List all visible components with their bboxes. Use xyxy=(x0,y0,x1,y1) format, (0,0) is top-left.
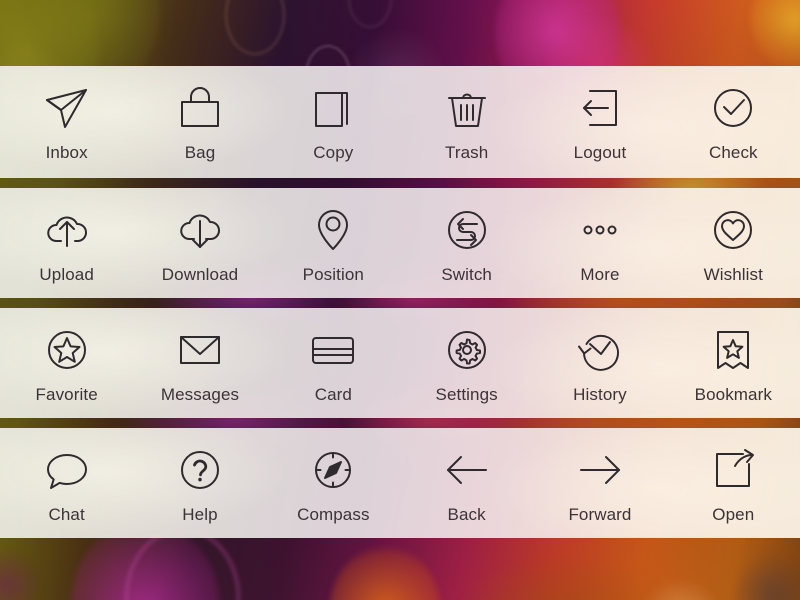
icon-row-panel-1: Inbox Bag Copy Trash Logout Check xyxy=(0,66,800,178)
arrow-left-icon xyxy=(439,442,495,498)
icon-cell-bookmark[interactable]: Bookmark xyxy=(667,308,800,418)
icon-label: Upload xyxy=(39,265,94,284)
compass-icon xyxy=(305,442,361,498)
icon-cell-position[interactable]: Position xyxy=(267,188,400,298)
icon-cell-download[interactable]: Download xyxy=(133,188,266,298)
icon-cell-inbox[interactable]: Inbox xyxy=(0,66,133,178)
cloud-download-icon xyxy=(172,202,228,258)
icon-cell-card[interactable]: Card xyxy=(267,308,400,418)
credit-card-icon xyxy=(305,322,361,378)
check-circle-icon xyxy=(705,80,761,136)
icon-label: More xyxy=(580,265,620,284)
icon-cell-more[interactable]: More xyxy=(533,188,666,298)
icon-label: Trash xyxy=(444,143,489,162)
icon-cell-upload[interactable]: Upload xyxy=(0,188,133,298)
shopping-bag-icon xyxy=(172,80,228,136)
icon-label: Wishlist xyxy=(703,265,763,284)
icon-label: Download xyxy=(161,265,239,284)
heart-circle-icon xyxy=(705,202,761,258)
icon-row-3: Favorite Messages Card Settings History … xyxy=(0,308,800,418)
icon-label: Settings xyxy=(435,385,498,404)
icon-label: Chat xyxy=(48,505,85,524)
ellipsis-icon xyxy=(572,202,628,258)
icon-cell-check[interactable]: Check xyxy=(667,66,800,178)
map-pin-icon xyxy=(305,202,361,258)
icon-label: Position xyxy=(302,265,364,284)
icon-cell-settings[interactable]: Settings xyxy=(400,308,533,418)
icon-row-panel-3: Favorite Messages Card Settings History … xyxy=(0,308,800,418)
copy-pages-icon xyxy=(305,80,361,136)
icon-label: Card xyxy=(314,385,352,404)
speech-bubble-icon xyxy=(39,442,95,498)
icon-cell-chat[interactable]: Chat xyxy=(0,428,133,538)
icon-label: Open xyxy=(712,505,755,524)
icon-row-2: Upload Download Position Switch More Wis… xyxy=(0,188,800,298)
icon-cell-open[interactable]: Open xyxy=(667,428,800,538)
icon-label: Copy xyxy=(313,143,354,162)
icon-label: Back xyxy=(447,505,486,524)
switch-arrows-circle-icon xyxy=(439,202,495,258)
icon-cell-copy[interactable]: Copy xyxy=(267,66,400,178)
icon-label: Forward xyxy=(568,505,632,524)
icon-cell-logout[interactable]: Logout xyxy=(533,66,666,178)
envelope-icon xyxy=(172,322,228,378)
cloud-upload-icon xyxy=(39,202,95,258)
open-external-icon xyxy=(705,442,761,498)
icon-label: Logout xyxy=(573,143,627,162)
gear-circle-icon xyxy=(439,322,495,378)
logout-arrow-icon xyxy=(572,80,628,136)
icon-cell-compass[interactable]: Compass xyxy=(267,428,400,538)
icon-label: Favorite xyxy=(35,385,98,404)
icon-cell-history[interactable]: History xyxy=(533,308,666,418)
icon-cell-bag[interactable]: Bag xyxy=(133,66,266,178)
paper-plane-icon xyxy=(39,80,95,136)
icon-label: Bookmark xyxy=(694,385,772,404)
icon-label: History xyxy=(573,385,627,404)
clock-rotate-icon xyxy=(572,322,628,378)
bookmark-star-icon xyxy=(705,322,761,378)
icon-cell-trash[interactable]: Trash xyxy=(400,66,533,178)
icon-label: Bag xyxy=(184,143,216,162)
question-circle-icon xyxy=(172,442,228,498)
icon-cell-wishlist[interactable]: Wishlist xyxy=(667,188,800,298)
icon-cell-switch[interactable]: Switch xyxy=(400,188,533,298)
icon-label: Compass xyxy=(297,505,370,524)
icon-cell-back[interactable]: Back xyxy=(400,428,533,538)
icon-label: Switch xyxy=(441,265,492,284)
trash-can-icon xyxy=(439,80,495,136)
icon-row-panel-4: Chat Help Compass Back Forward Open xyxy=(0,428,800,538)
icon-label: Check xyxy=(708,143,758,162)
icon-cell-forward[interactable]: Forward xyxy=(533,428,666,538)
icon-row-4: Chat Help Compass Back Forward Open xyxy=(0,428,800,538)
icon-label: Inbox xyxy=(45,143,88,162)
icon-label: Messages xyxy=(160,385,240,404)
star-circle-icon xyxy=(39,322,95,378)
icon-cell-help[interactable]: Help xyxy=(133,428,266,538)
icon-cell-messages[interactable]: Messages xyxy=(133,308,266,418)
icon-cell-favorite[interactable]: Favorite xyxy=(0,308,133,418)
icon-row-1: Inbox Bag Copy Trash Logout Check xyxy=(0,66,800,178)
arrow-right-icon xyxy=(572,442,628,498)
icon-row-panel-2: Upload Download Position Switch More Wis… xyxy=(0,188,800,298)
icon-label: Help xyxy=(182,505,218,524)
